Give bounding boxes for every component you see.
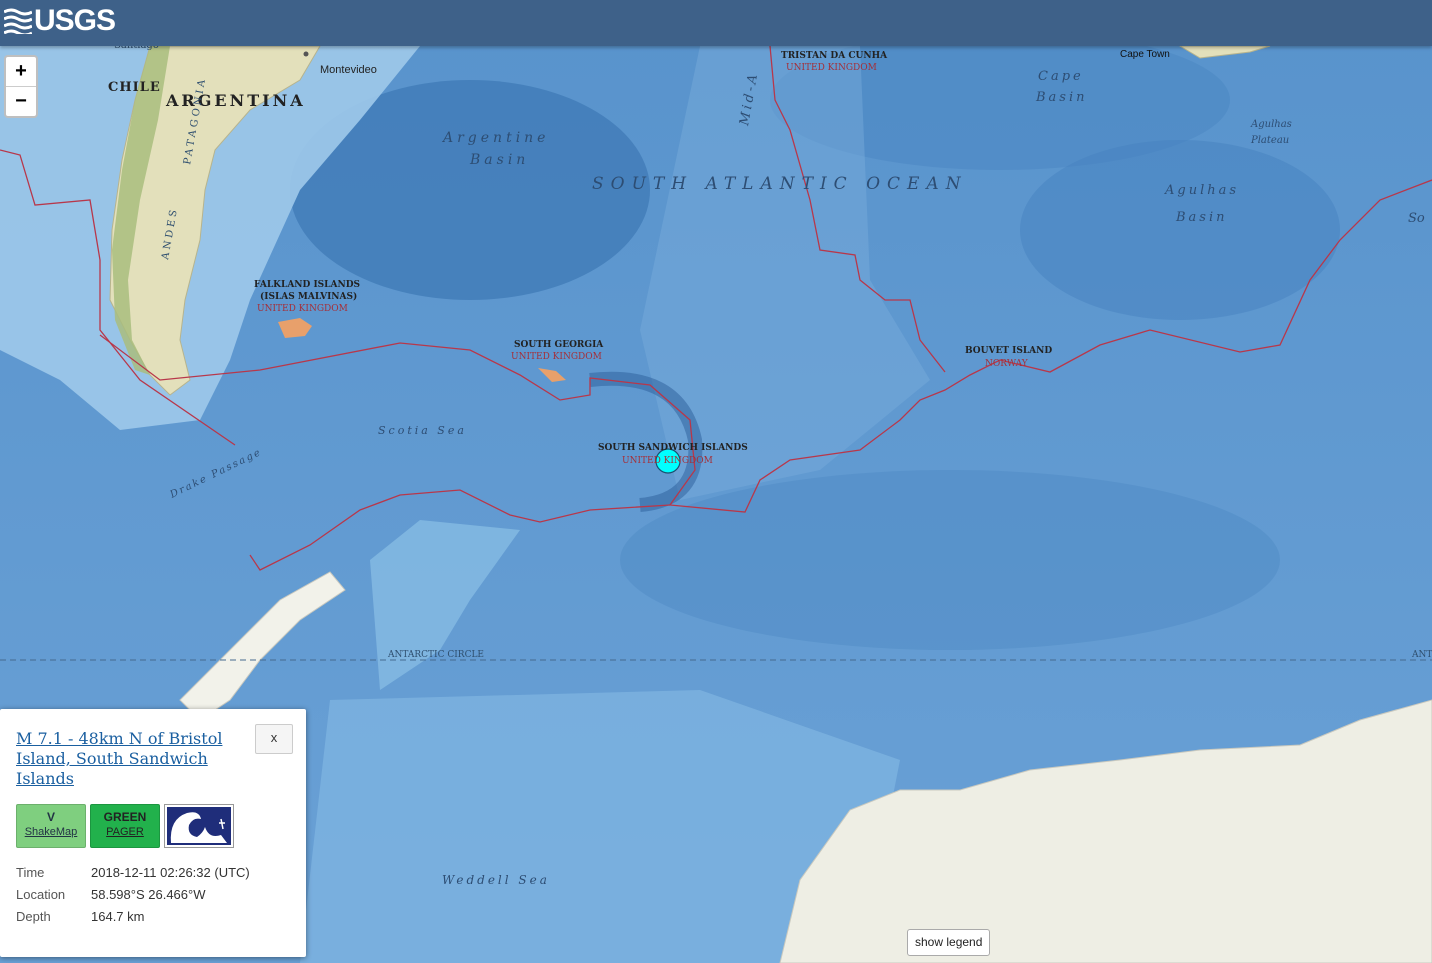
label-south-sandwich: SOUTH SANDWICH ISLANDS xyxy=(598,443,748,453)
label-falkland-1: FALKLAND ISLANDS xyxy=(254,280,360,290)
earthquake-title-link[interactable]: M 7.1 - 48km N of Bristol Island, South … xyxy=(16,729,246,789)
depth-value: 164.7 km xyxy=(91,909,145,924)
label-tristan-uk: UNITED KINGDOM xyxy=(786,63,877,73)
label-falkland-2: (ISLAS MALVINAS) xyxy=(260,291,357,302)
label-bouvet: BOUVET ISLAND xyxy=(965,346,1052,356)
montevideo-dot xyxy=(303,51,309,57)
label-argentine-basin-2: Basin xyxy=(469,152,529,168)
usgs-wave-icon xyxy=(4,8,32,34)
time-value: 2018-12-11 02:26:32 (UTC) xyxy=(91,865,250,880)
label-antarctic-circle: ANTARCTIC CIRCLE xyxy=(387,650,484,660)
usgs-logo[interactable]: USGS xyxy=(4,4,116,38)
label-tristan: TRISTAN DA CUNHA xyxy=(781,51,888,61)
label-montevideo: Montevideo xyxy=(320,64,377,76)
label-south-georgia-uk: UNITED KINGDOM xyxy=(511,352,602,362)
usgs-logo-text: USGS xyxy=(34,4,116,37)
tsunami-icon xyxy=(167,807,231,845)
label-agulhas-plateau-2: Plateau xyxy=(1250,135,1289,146)
label-cape-basin-2: Basin xyxy=(1035,90,1088,105)
shakemap-badge[interactable]: V ShakeMap xyxy=(16,804,86,848)
label-south-sandwich-uk: UNITED KINGDOM xyxy=(622,456,713,466)
label-ant: ANT xyxy=(1411,650,1432,660)
label-agulhas-basin-1: Agulhas xyxy=(1164,183,1239,198)
popup-close-button[interactable]: x xyxy=(255,724,293,754)
label-cape-basin-1: Cape xyxy=(1038,69,1084,84)
label-weddell-sea: Weddell Sea xyxy=(442,873,550,887)
shakemap-level: V xyxy=(46,810,55,824)
label-agulhas-plateau-1: Agulhas xyxy=(1250,119,1292,130)
label-chile: CHILE xyxy=(108,80,161,95)
shakemap-label: ShakeMap xyxy=(24,826,78,838)
zoom-in-button[interactable]: + xyxy=(6,57,36,86)
label-argentina: ARGENTINA xyxy=(165,91,306,110)
label-south-atlantic: SOUTH ATLANTIC OCEAN xyxy=(592,174,968,194)
location-value: 58.598°S 26.466°W xyxy=(91,887,206,902)
label-falkland-uk: UNITED KINGDOM xyxy=(257,304,348,314)
label-bouvet-norway: NORWAY xyxy=(985,359,1029,369)
header-bar: USGS xyxy=(0,0,1432,46)
tsunami-badge[interactable] xyxy=(164,804,234,848)
pager-level: GREEN xyxy=(103,810,147,824)
label-argentine-basin-1: Argentine xyxy=(441,130,549,146)
zoom-out-button[interactable]: − xyxy=(6,86,36,116)
depth-label: Depth xyxy=(16,909,51,924)
map-page: Santiago Buenos Aires Montevideo CHILE A… xyxy=(0,0,1432,963)
location-label: Location xyxy=(16,887,66,902)
label-cape-town: Cape Town xyxy=(1120,49,1170,60)
zoom-control: + − xyxy=(4,55,38,118)
time-label: Time xyxy=(16,865,45,880)
pager-badge[interactable]: GREEN PAGER xyxy=(90,804,160,848)
show-legend-button[interactable]: show legend xyxy=(907,929,991,956)
southern-basin-area xyxy=(620,470,1280,650)
label-scotia-sea: Scotia Sea xyxy=(378,424,467,437)
agulhas-basin-area xyxy=(1020,140,1340,320)
pager-label: PAGER xyxy=(106,826,144,838)
label-south-georgia: SOUTH GEORGIA xyxy=(514,340,604,350)
label-so: So xyxy=(1408,211,1425,226)
label-agulhas-basin-2: Basin xyxy=(1175,210,1228,225)
earthquake-popup: x M 7.1 - 48km N of Bristol Island, Sout… xyxy=(0,709,306,957)
